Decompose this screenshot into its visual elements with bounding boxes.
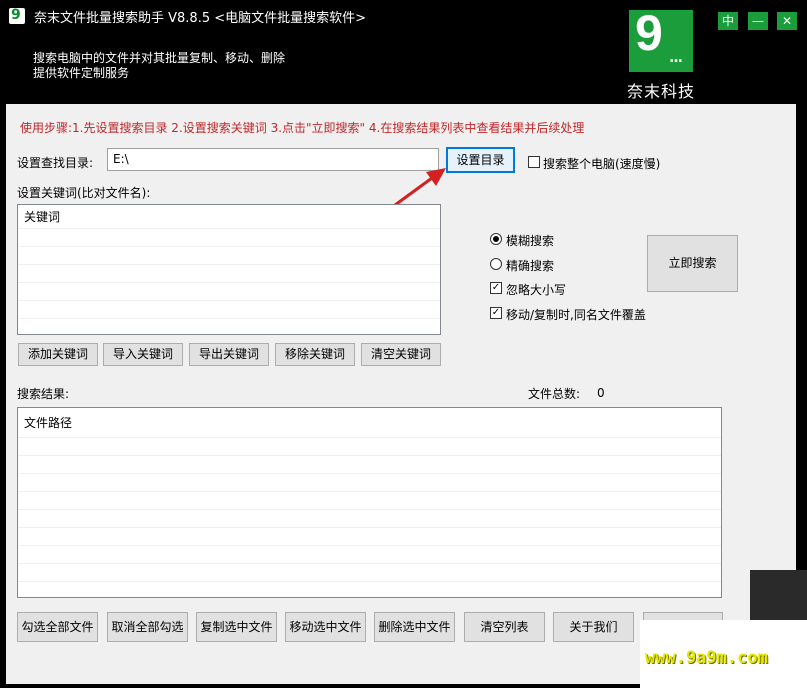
list-item	[18, 564, 721, 582]
add-keyword-button[interactable]: 添加关键词	[18, 343, 98, 366]
remove-keyword-button[interactable]: 移除关键词	[275, 343, 355, 366]
check-all-button[interactable]: 勾选全部文件	[17, 612, 98, 642]
file-path-column-header: 文件路径	[18, 408, 721, 438]
results-list[interactable]: 文件路径	[17, 407, 722, 598]
total-files-value: 0	[597, 386, 605, 400]
app-service-note: 提供软件定制服务	[33, 66, 130, 80]
total-files-label: 文件总数:	[528, 387, 581, 401]
about-us-button[interactable]: 关于我们	[553, 612, 634, 642]
copy-selected-button[interactable]: 复制选中文件	[196, 612, 277, 642]
uncheck-all-button[interactable]: 取消全部勾选	[107, 612, 188, 642]
directory-label: 设置查找目录:	[17, 156, 94, 170]
search-now-button[interactable]: 立即搜索	[647, 235, 738, 292]
list-item	[18, 510, 721, 528]
list-item	[18, 474, 721, 492]
brand-logo: 9 ...	[629, 5, 693, 72]
minimize-button[interactable]: —	[748, 12, 768, 30]
ignore-case-label: 忽略大小写	[506, 283, 567, 297]
close-button[interactable]: ✕	[777, 12, 797, 30]
list-item	[18, 283, 440, 301]
exact-search-label: 精确搜索	[506, 259, 555, 273]
clear-keywords-button[interactable]: 清空关键词	[361, 343, 441, 366]
search-whole-pc-checkbox[interactable]	[528, 156, 540, 168]
brand-name: 奈末科技	[627, 82, 696, 101]
list-item	[18, 528, 721, 546]
list-item	[18, 456, 721, 474]
keywords-list[interactable]: 关键词	[17, 204, 441, 335]
clear-list-button[interactable]: 清空列表	[464, 612, 545, 642]
fuzzy-search-radio[interactable]	[490, 233, 502, 245]
overwrite-label: 移动/复制时,同名文件覆盖	[506, 308, 646, 322]
search-whole-pc-label: 搜索整个电脑(速度慢)	[543, 157, 661, 171]
window-title: 奈末文件批量搜索助手 V8.8.5 <电脑文件批量搜索软件>	[34, 11, 367, 26]
ignore-case-checkbox[interactable]: ✓	[490, 282, 502, 294]
keywords-label: 设置关键词(比对文件名):	[17, 186, 151, 200]
list-item	[18, 546, 721, 564]
fuzzy-search-label: 模糊搜索	[506, 234, 555, 248]
app-logo-icon: 9	[9, 7, 25, 24]
list-item	[18, 438, 721, 456]
title-bar: 9 奈末文件批量搜索助手 V8.8.5 <电脑文件批量搜索软件> 搜索电脑中的文…	[0, 0, 807, 104]
move-selected-button[interactable]: 移动选中文件	[285, 612, 366, 642]
list-item	[18, 265, 440, 283]
list-item	[18, 229, 440, 247]
site-watermark: www.9a9m.com	[645, 648, 768, 668]
delete-selected-button[interactable]: 删除选中文件	[374, 612, 455, 642]
list-item	[18, 247, 440, 265]
exact-search-radio[interactable]	[490, 258, 502, 270]
pin-window-button[interactable]: 中	[718, 12, 738, 30]
overwrite-checkbox[interactable]: ✓	[490, 307, 502, 319]
results-label: 搜索结果:	[17, 387, 70, 401]
export-keywords-button[interactable]: 导出关键词	[189, 343, 269, 366]
list-item	[18, 492, 721, 510]
import-keywords-button[interactable]: 导入关键词	[103, 343, 183, 366]
keywords-column-header: 关键词	[18, 205, 440, 229]
usage-steps: 使用步骤:1.先设置搜索目录 2.设置搜索关键词 3.点击"立即搜索" 4.在搜…	[20, 121, 585, 135]
list-item	[18, 301, 440, 319]
